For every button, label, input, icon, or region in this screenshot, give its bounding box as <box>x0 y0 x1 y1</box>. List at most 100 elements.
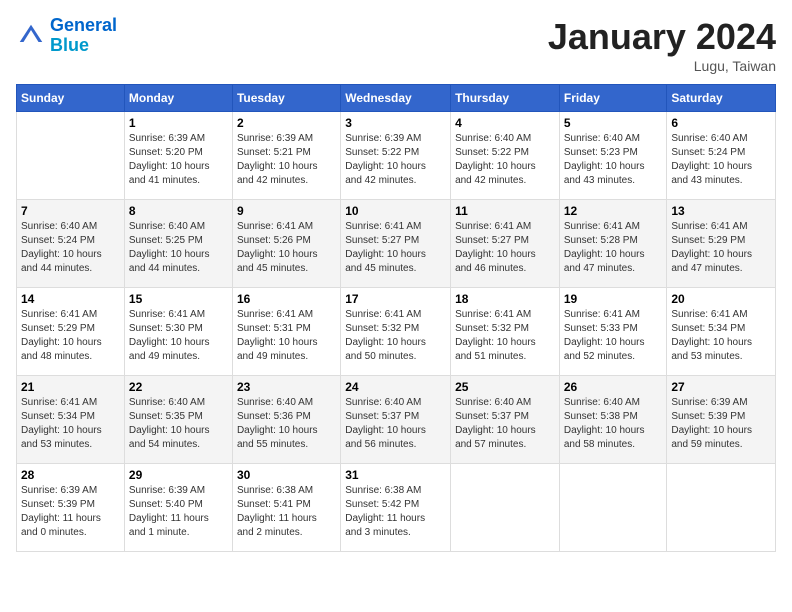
column-header-thursday: Thursday <box>451 85 560 112</box>
day-info: Sunrise: 6:41 AM Sunset: 5:27 PM Dayligh… <box>455 220 555 276</box>
calendar-cell: 12Sunrise: 6:41 AM Sunset: 5:28 PM Dayli… <box>559 200 667 288</box>
day-number: 30 <box>237 468 336 482</box>
day-number: 27 <box>671 380 771 394</box>
calendar-cell: 2Sunrise: 6:39 AM Sunset: 5:21 PM Daylig… <box>232 112 340 200</box>
day-info: Sunrise: 6:41 AM Sunset: 5:32 PM Dayligh… <box>345 308 446 364</box>
calendar-table: SundayMondayTuesdayWednesdayThursdayFrid… <box>16 84 776 552</box>
calendar-cell: 22Sunrise: 6:40 AM Sunset: 5:35 PM Dayli… <box>124 376 232 464</box>
calendar-cell: 9 Sunrise: 6:41 AM Sunset: 5:26 PM Daylig… <box>232 200 340 288</box>
day-info: Sunrise: 6:40 AM Sunset: 5:23 PM Dayligh… <box>564 132 663 188</box>
calendar-cell <box>559 464 667 552</box>
day-info: Sunrise: 6:39 AM Sunset: 5:39 PM Dayligh… <box>671 396 771 452</box>
day-info: Sunrise: 6:39 AM Sunset: 5:20 PM Dayligh… <box>129 132 228 188</box>
calendar-cell: 18 Sunrise: 6:41 AM Sunset: 5:32 PM Dayli… <box>451 288 560 376</box>
day-info: Sunrise: 6:39 AM Sunset: 5:39 PM Dayligh… <box>21 484 120 540</box>
column-header-wednesday: Wednesday <box>341 85 451 112</box>
day-info: Sunrise: 6:41 AM Sunset: 5:27 PM Dayligh… <box>345 220 446 276</box>
calendar-cell: 19 Sunrise: 6:41 AM Sunset: 5:33 PM Dayli… <box>559 288 667 376</box>
day-info: Sunrise: 6:39 AM Sunset: 5:40 PM Dayligh… <box>129 484 228 540</box>
month-title: January 2024 <box>548 16 776 58</box>
calendar-cell: 5 Sunrise: 6:40 AM Sunset: 5:23 PM Daylig… <box>559 112 667 200</box>
calendar-cell <box>451 464 560 552</box>
day-number: 3 <box>345 116 446 130</box>
calendar-cell: 27 Sunrise: 6:39 AM Sunset: 5:39 PM Dayli… <box>667 376 776 464</box>
day-number: 12 <box>564 204 663 218</box>
calendar-cell: 1 Sunrise: 6:39 AM Sunset: 5:20 PM Daylig… <box>124 112 232 200</box>
calendar-cell: 29 Sunrise: 6:39 AM Sunset: 5:40 PM Dayli… <box>124 464 232 552</box>
day-info: Sunrise: 6:40 AM Sunset: 5:37 PM Dayligh… <box>455 396 555 452</box>
day-info: Sunrise: 6:41 AM Sunset: 5:29 PM Dayligh… <box>671 220 771 276</box>
calendar-cell: 7Sunrise: 6:40 AM Sunset: 5:24 PM Daylig… <box>17 200 125 288</box>
day-number: 9 <box>237 204 336 218</box>
day-info: Sunrise: 6:41 AM Sunset: 5:32 PM Dayligh… <box>455 308 555 364</box>
day-info: Sunrise: 6:41 AM Sunset: 5:26 PM Dayligh… <box>237 220 336 276</box>
calendar-cell: 28 Sunrise: 6:39 AM Sunset: 5:39 PM Dayli… <box>17 464 125 552</box>
calendar-cell: 24 Sunrise: 6:40 AM Sunset: 5:37 PM Dayli… <box>341 376 451 464</box>
day-number: 24 <box>345 380 446 394</box>
calendar-cell: 20 Sunrise: 6:41 AM Sunset: 5:34 PM Dayli… <box>667 288 776 376</box>
day-info: Sunrise: 6:41 AM Sunset: 5:34 PM Dayligh… <box>671 308 771 364</box>
logo-icon <box>16 21 46 51</box>
day-info: Sunrise: 6:41 AM Sunset: 5:34 PM Dayligh… <box>21 396 120 452</box>
day-info: Sunrise: 6:40 AM Sunset: 5:22 PM Dayligh… <box>455 132 555 188</box>
calendar-cell: 25Sunrise: 6:40 AM Sunset: 5:37 PM Dayli… <box>451 376 560 464</box>
column-header-saturday: Saturday <box>667 85 776 112</box>
day-number: 16 <box>237 292 336 306</box>
day-number: 6 <box>671 116 771 130</box>
page-header: General Blue January 2024 Lugu, Taiwan <box>16 16 776 74</box>
column-header-sunday: Sunday <box>17 85 125 112</box>
calendar-cell: 13 Sunrise: 6:41 AM Sunset: 5:29 PM Dayli… <box>667 200 776 288</box>
day-info: Sunrise: 6:40 AM Sunset: 5:37 PM Dayligh… <box>345 396 446 452</box>
day-number: 15 <box>129 292 228 306</box>
day-number: 13 <box>671 204 771 218</box>
calendar-header-row: SundayMondayTuesdayWednesdayThursdayFrid… <box>17 85 776 112</box>
calendar-week-4: 21 Sunrise: 6:41 AM Sunset: 5:34 PM Dayli… <box>17 376 776 464</box>
day-number: 5 <box>564 116 663 130</box>
day-info: Sunrise: 6:40 AM Sunset: 5:36 PM Dayligh… <box>237 396 336 452</box>
day-info: Sunrise: 6:38 AM Sunset: 5:41 PM Dayligh… <box>237 484 336 540</box>
logo: General Blue <box>16 16 117 56</box>
day-info: Sunrise: 6:39 AM Sunset: 5:22 PM Dayligh… <box>345 132 446 188</box>
calendar-cell: 11 Sunrise: 6:41 AM Sunset: 5:27 PM Dayli… <box>451 200 560 288</box>
calendar-cell: 10 Sunrise: 6:41 AM Sunset: 5:27 PM Dayli… <box>341 200 451 288</box>
day-number: 19 <box>564 292 663 306</box>
day-info: Sunrise: 6:40 AM Sunset: 5:35 PM Dayligh… <box>129 396 228 452</box>
calendar-cell: 14Sunrise: 6:41 AM Sunset: 5:29 PM Dayli… <box>17 288 125 376</box>
day-info: Sunrise: 6:41 AM Sunset: 5:29 PM Dayligh… <box>21 308 120 364</box>
title-block: January 2024 Lugu, Taiwan <box>548 16 776 74</box>
day-info: Sunrise: 6:41 AM Sunset: 5:33 PM Dayligh… <box>564 308 663 364</box>
day-number: 29 <box>129 468 228 482</box>
calendar-cell: 26Sunrise: 6:40 AM Sunset: 5:38 PM Dayli… <box>559 376 667 464</box>
day-number: 23 <box>237 380 336 394</box>
day-number: 26 <box>564 380 663 394</box>
day-info: Sunrise: 6:41 AM Sunset: 5:30 PM Dayligh… <box>129 308 228 364</box>
day-number: 21 <box>21 380 120 394</box>
day-info: Sunrise: 6:38 AM Sunset: 5:42 PM Dayligh… <box>345 484 446 540</box>
day-number: 31 <box>345 468 446 482</box>
column-header-friday: Friday <box>559 85 667 112</box>
day-number: 18 <box>455 292 555 306</box>
logo-text: General Blue <box>50 16 117 56</box>
day-number: 28 <box>21 468 120 482</box>
calendar-week-2: 7Sunrise: 6:40 AM Sunset: 5:24 PM Daylig… <box>17 200 776 288</box>
calendar-cell: 16Sunrise: 6:41 AM Sunset: 5:31 PM Dayli… <box>232 288 340 376</box>
day-number: 1 <box>129 116 228 130</box>
day-info: Sunrise: 6:40 AM Sunset: 5:24 PM Dayligh… <box>21 220 120 276</box>
calendar-cell <box>17 112 125 200</box>
day-number: 20 <box>671 292 771 306</box>
day-number: 17 <box>345 292 446 306</box>
calendar-cell: 30 Sunrise: 6:38 AM Sunset: 5:41 PM Dayli… <box>232 464 340 552</box>
day-number: 4 <box>455 116 555 130</box>
column-header-tuesday: Tuesday <box>232 85 340 112</box>
calendar-cell: 23 Sunrise: 6:40 AM Sunset: 5:36 PM Dayli… <box>232 376 340 464</box>
calendar-cell: 15 Sunrise: 6:41 AM Sunset: 5:30 PM Dayli… <box>124 288 232 376</box>
calendar-cell: 17 Sunrise: 6:41 AM Sunset: 5:32 PM Dayli… <box>341 288 451 376</box>
calendar-week-3: 14Sunrise: 6:41 AM Sunset: 5:29 PM Dayli… <box>17 288 776 376</box>
day-number: 11 <box>455 204 555 218</box>
calendar-week-1: 1 Sunrise: 6:39 AM Sunset: 5:20 PM Daylig… <box>17 112 776 200</box>
calendar-week-5: 28 Sunrise: 6:39 AM Sunset: 5:39 PM Dayli… <box>17 464 776 552</box>
location: Lugu, Taiwan <box>548 58 776 74</box>
column-header-monday: Monday <box>124 85 232 112</box>
calendar-cell <box>667 464 776 552</box>
day-number: 10 <box>345 204 446 218</box>
